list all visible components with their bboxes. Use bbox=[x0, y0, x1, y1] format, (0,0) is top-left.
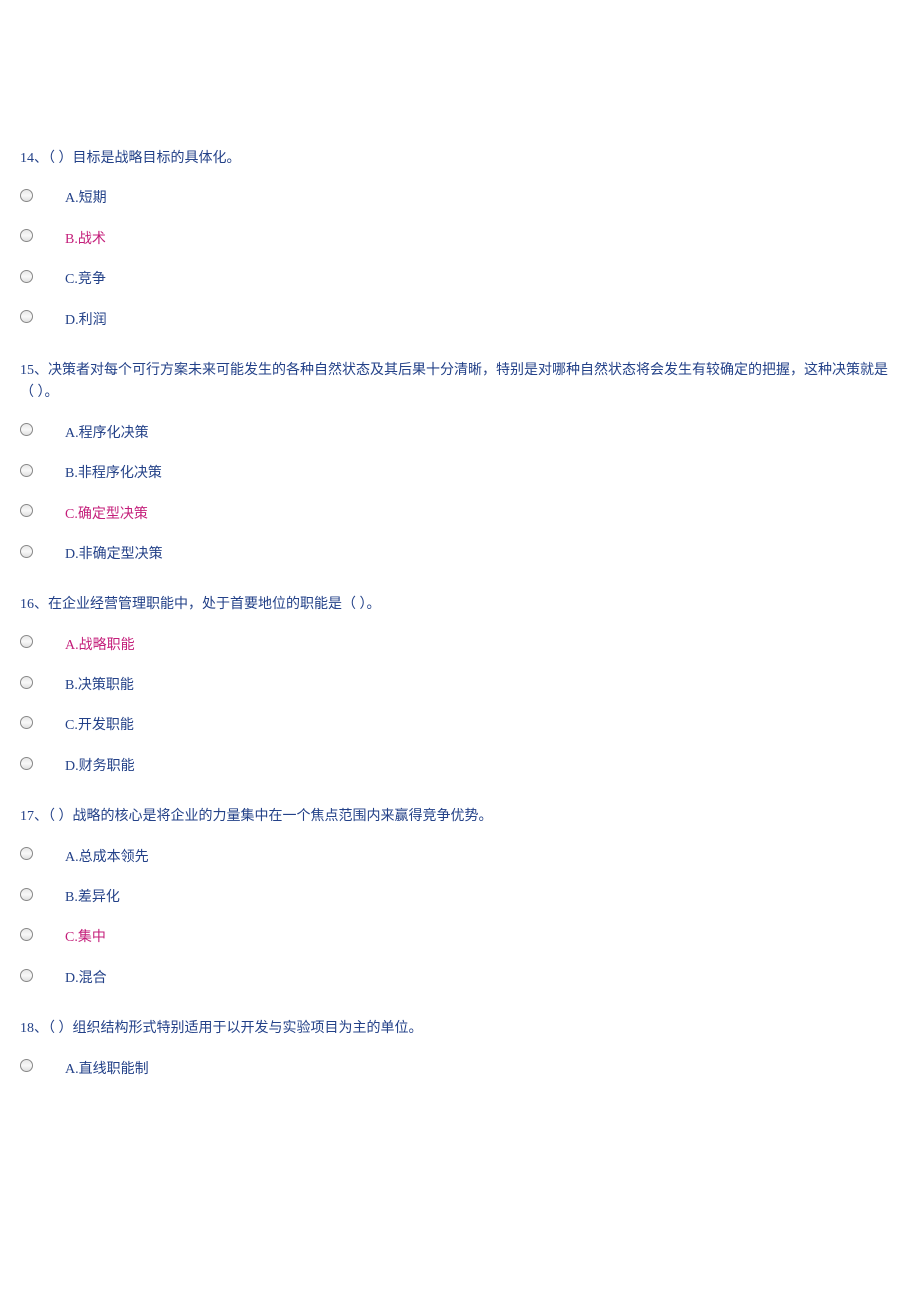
option-label: B.决策职能 bbox=[65, 675, 134, 697]
option-label: D.财务职能 bbox=[65, 756, 135, 778]
question-18: 18、（ ）组织结构形式特别适用于以开发与实验项目为主的单位。 bbox=[20, 1018, 900, 1040]
option-row: A.总成本领先 bbox=[20, 847, 900, 869]
option-row: A.程序化决策 bbox=[20, 423, 900, 445]
option-label: C.竞争 bbox=[65, 269, 106, 291]
option-label: B.战术 bbox=[65, 229, 106, 251]
option-label: A.程序化决策 bbox=[65, 423, 149, 445]
option-label: C.确定型决策 bbox=[65, 504, 148, 526]
radio-icon[interactable] bbox=[20, 189, 33, 202]
option-row: D.财务职能 bbox=[20, 756, 900, 778]
option-label: D.混合 bbox=[65, 968, 107, 990]
radio-icon[interactable] bbox=[20, 423, 33, 436]
option-row: C.集中 bbox=[20, 927, 900, 949]
option-row: A.直线职能制 bbox=[20, 1059, 900, 1081]
radio-icon[interactable] bbox=[20, 676, 33, 689]
radio-icon[interactable] bbox=[20, 757, 33, 770]
radio-icon[interactable] bbox=[20, 229, 33, 242]
option-label: A.短期 bbox=[65, 188, 107, 210]
option-row: B.差异化 bbox=[20, 887, 900, 909]
radio-icon[interactable] bbox=[20, 847, 33, 860]
radio-icon[interactable] bbox=[20, 888, 33, 901]
option-label: C.集中 bbox=[65, 927, 106, 949]
option-label: A.战略职能 bbox=[65, 635, 135, 657]
option-row: B.战术 bbox=[20, 229, 900, 251]
option-label: C.开发职能 bbox=[65, 715, 134, 737]
radio-icon[interactable] bbox=[20, 310, 33, 323]
option-row: C.开发职能 bbox=[20, 715, 900, 737]
radio-icon[interactable] bbox=[20, 1059, 33, 1072]
option-label: D.非确定型决策 bbox=[65, 544, 163, 566]
radio-icon[interactable] bbox=[20, 969, 33, 982]
question-14: 14、（ ）目标是战略目标的具体化。 bbox=[20, 148, 900, 170]
option-row: C.竞争 bbox=[20, 269, 900, 291]
option-label: B.非程序化决策 bbox=[65, 463, 162, 485]
radio-icon[interactable] bbox=[20, 270, 33, 283]
radio-icon[interactable] bbox=[20, 464, 33, 477]
option-row: A.短期 bbox=[20, 188, 900, 210]
question-17: 17、（ ）战略的核心是将企业的力量集中在一个焦点范围内来赢得竞争优势。 bbox=[20, 806, 900, 828]
option-row: B.决策职能 bbox=[20, 675, 900, 697]
option-row: D.利润 bbox=[20, 310, 900, 332]
option-label: A.总成本领先 bbox=[65, 847, 149, 869]
radio-icon[interactable] bbox=[20, 545, 33, 558]
question-16: 16、在企业经营管理职能中，处于首要地位的职能是（ ）。 bbox=[20, 594, 900, 616]
question-15: 15、决策者对每个可行方案未来可能发生的各种自然状态及其后果十分清晰，特别是对哪… bbox=[20, 360, 900, 405]
radio-icon[interactable] bbox=[20, 716, 33, 729]
option-row: D.非确定型决策 bbox=[20, 544, 900, 566]
option-row: D.混合 bbox=[20, 968, 900, 990]
option-label: B.差异化 bbox=[65, 887, 120, 909]
option-row: C.确定型决策 bbox=[20, 504, 900, 526]
option-row: A.战略职能 bbox=[20, 635, 900, 657]
option-label: A.直线职能制 bbox=[65, 1059, 149, 1081]
option-label: D.利润 bbox=[65, 310, 107, 332]
radio-icon[interactable] bbox=[20, 928, 33, 941]
radio-icon[interactable] bbox=[20, 504, 33, 517]
option-row: B.非程序化决策 bbox=[20, 463, 900, 485]
radio-icon[interactable] bbox=[20, 635, 33, 648]
